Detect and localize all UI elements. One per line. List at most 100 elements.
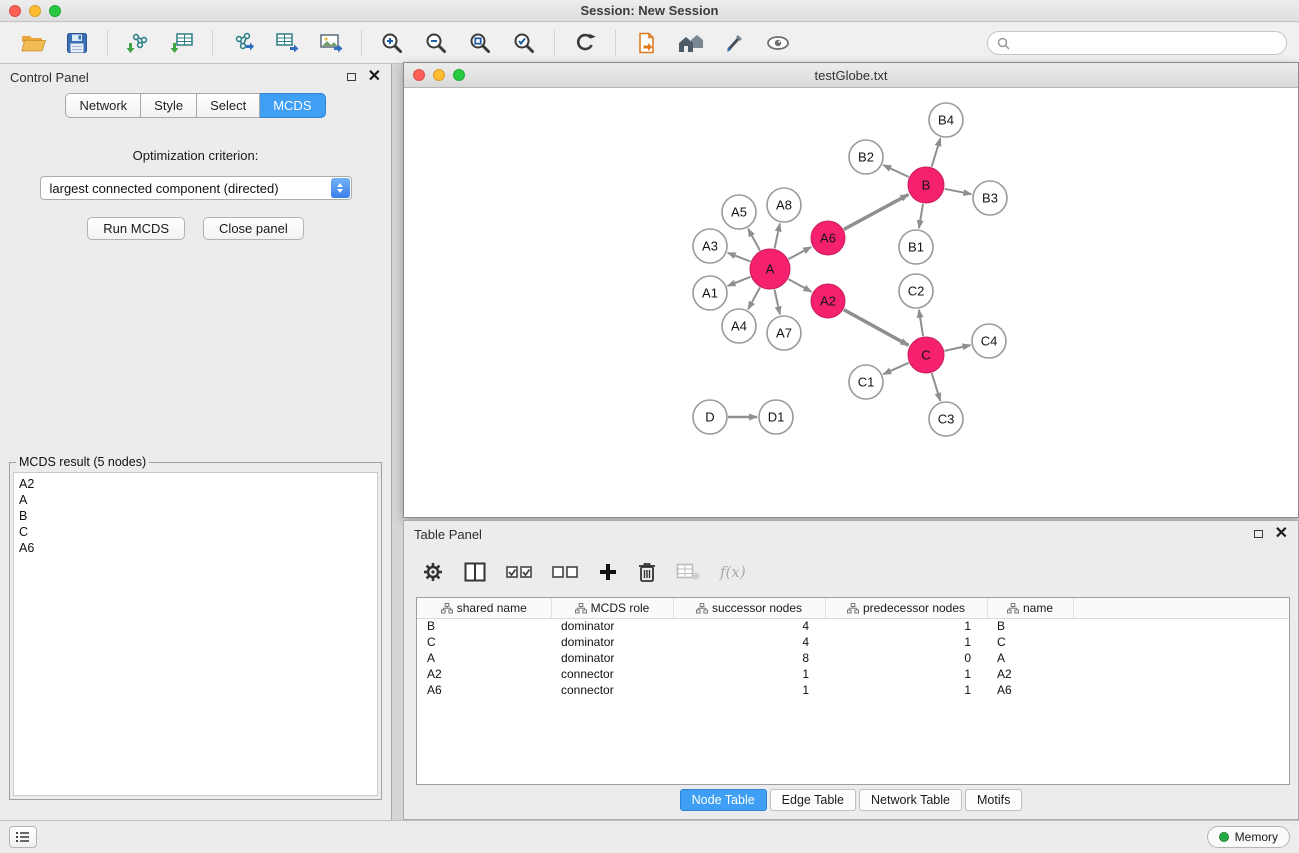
- import-network-button[interactable]: [117, 26, 159, 60]
- list-item[interactable]: A6: [19, 540, 372, 556]
- edge-A-A1[interactable]: [728, 277, 751, 286]
- tab-edge-table[interactable]: Edge Table: [770, 789, 856, 811]
- node-B[interactable]: B: [908, 167, 944, 203]
- edge-A-A5[interactable]: [748, 229, 760, 251]
- list-item[interactable]: B: [19, 508, 372, 524]
- select-all-columns-button[interactable]: [506, 564, 532, 580]
- node-A[interactable]: A: [750, 249, 790, 289]
- tab-motifs[interactable]: Motifs: [965, 789, 1022, 811]
- home-button[interactable]: [669, 26, 711, 60]
- node-B4[interactable]: B4: [929, 103, 963, 137]
- node-C[interactable]: C: [908, 337, 944, 373]
- search-input[interactable]: [1016, 36, 1277, 50]
- network-canvas-svg[interactable]: B4 B2 B B3 A5 A8 A6 B1 A3 A C2 A1 A2 A4 A7 C4 C C1 C3 D D1: [404, 88, 1298, 517]
- edge-A6-B[interactable]: [844, 195, 909, 230]
- column-header-MCDS-role[interactable]: MCDS role: [551, 598, 673, 618]
- export-network-button[interactable]: [222, 26, 264, 60]
- column-header-name[interactable]: name: [987, 598, 1073, 618]
- table-settings-button[interactable]: [422, 561, 444, 583]
- zoom-fit-button[interactable]: [459, 26, 501, 60]
- show-columns-button[interactable]: [464, 562, 486, 582]
- create-column-button[interactable]: [598, 562, 618, 582]
- table-row[interactable]: A2connector11A2: [417, 666, 1289, 682]
- close-panel-button[interactable]: Close panel: [203, 217, 304, 240]
- edge-A-A8[interactable]: [775, 224, 780, 249]
- tab-node-table[interactable]: Node Table: [680, 789, 767, 811]
- close-window-button[interactable]: [9, 5, 21, 17]
- edge-A-A3[interactable]: [728, 253, 751, 262]
- node-A1[interactable]: A1: [693, 276, 727, 310]
- close-table-panel-icon[interactable]: ✕: [1275, 528, 1288, 540]
- float-panel-icon[interactable]: [347, 73, 356, 81]
- edge-C-C4[interactable]: [945, 345, 971, 351]
- node-C3[interactable]: C3: [929, 402, 963, 436]
- network-window-titlebar[interactable]: testGlobe.txt: [404, 63, 1298, 88]
- node-D1[interactable]: D1: [759, 400, 793, 434]
- close-panel-icon[interactable]: ✕: [368, 71, 381, 83]
- table-row[interactable]: Bdominator41B: [417, 618, 1289, 634]
- column-header-successor-nodes[interactable]: successor nodes: [673, 598, 825, 618]
- edge-A-A7[interactable]: [775, 290, 780, 315]
- edge-B-B4[interactable]: [932, 138, 941, 167]
- node-B3[interactable]: B3: [973, 181, 1007, 215]
- network-document-button[interactable]: [625, 26, 667, 60]
- edge-A-A6[interactable]: [789, 247, 812, 259]
- import-table-button[interactable]: [161, 26, 203, 60]
- float-table-panel-icon[interactable]: [1254, 530, 1263, 538]
- export-image-button[interactable]: [310, 26, 352, 60]
- edge-B-B3[interactable]: [945, 189, 972, 194]
- node-C1[interactable]: C1: [849, 365, 883, 399]
- column-header-shared-name[interactable]: shared name: [417, 598, 551, 618]
- unselect-all-columns-button[interactable]: [552, 564, 578, 580]
- tab-network[interactable]: Network: [65, 93, 141, 118]
- list-item[interactable]: A2: [19, 476, 372, 492]
- edge-A-A2[interactable]: [788, 279, 811, 292]
- node-C4[interactable]: C4: [972, 324, 1006, 358]
- node-A7[interactable]: A7: [767, 316, 801, 350]
- node-A8[interactable]: A8: [767, 188, 801, 222]
- zoom-in-button[interactable]: [371, 26, 413, 60]
- zoom-window-button[interactable]: [49, 5, 61, 17]
- node-A6[interactable]: A6: [811, 221, 845, 255]
- node-C2[interactable]: C2: [899, 274, 933, 308]
- minimize-window-button[interactable]: [29, 5, 41, 17]
- memory-button[interactable]: Memory: [1207, 826, 1290, 848]
- open-session-button[interactable]: [12, 26, 54, 60]
- zoom-network-button[interactable]: [453, 69, 465, 81]
- column-header-predecessor-nodes[interactable]: predecessor nodes: [825, 598, 987, 618]
- node-A5[interactable]: A5: [722, 195, 756, 229]
- list-item[interactable]: A: [19, 492, 372, 508]
- mcds-result-list[interactable]: A2ABCA6: [13, 472, 378, 796]
- minimize-network-button[interactable]: [433, 69, 445, 81]
- edge-C-C3[interactable]: [932, 373, 941, 401]
- edge-B-B1[interactable]: [919, 204, 923, 228]
- show-panels-button[interactable]: [9, 826, 37, 848]
- edge-A-A4[interactable]: [748, 287, 760, 309]
- export-table-button[interactable]: [266, 26, 308, 60]
- edge-B-B2[interactable]: [883, 165, 909, 177]
- node-D[interactable]: D: [693, 400, 727, 434]
- node-A2[interactable]: A2: [811, 284, 845, 318]
- show-details-button[interactable]: [757, 26, 799, 60]
- close-network-button[interactable]: [413, 69, 425, 81]
- node-B2[interactable]: B2: [849, 140, 883, 174]
- node-A4[interactable]: A4: [722, 309, 756, 343]
- table-row[interactable]: Cdominator41C: [417, 634, 1289, 650]
- edge-C-C1[interactable]: [883, 363, 908, 374]
- edge-A2-C[interactable]: [844, 310, 909, 346]
- optimization-criterion-dropdown[interactable]: largest connected component (directed): [40, 176, 352, 200]
- tab-network-table[interactable]: Network Table: [859, 789, 962, 811]
- network-canvas[interactable]: B4 B2 B B3 A5 A8 A6 B1 A3 A C2 A1 A2 A4 A7 C4 C C1 C3 D D1: [404, 88, 1298, 517]
- table-row[interactable]: Adominator80A: [417, 650, 1289, 666]
- run-mcds-button[interactable]: Run MCDS: [87, 217, 185, 240]
- tab-mcds[interactable]: MCDS: [260, 93, 325, 118]
- tab-select[interactable]: Select: [197, 93, 260, 118]
- list-item[interactable]: C: [19, 524, 372, 540]
- node-A3[interactable]: A3: [693, 229, 727, 263]
- tab-style[interactable]: Style: [141, 93, 197, 118]
- node-B1[interactable]: B1: [899, 230, 933, 264]
- zoom-selected-button[interactable]: [503, 26, 545, 60]
- table-row[interactable]: A6connector11A6: [417, 682, 1289, 698]
- edge-C-C2[interactable]: [919, 310, 923, 336]
- delete-column-button[interactable]: [638, 561, 656, 583]
